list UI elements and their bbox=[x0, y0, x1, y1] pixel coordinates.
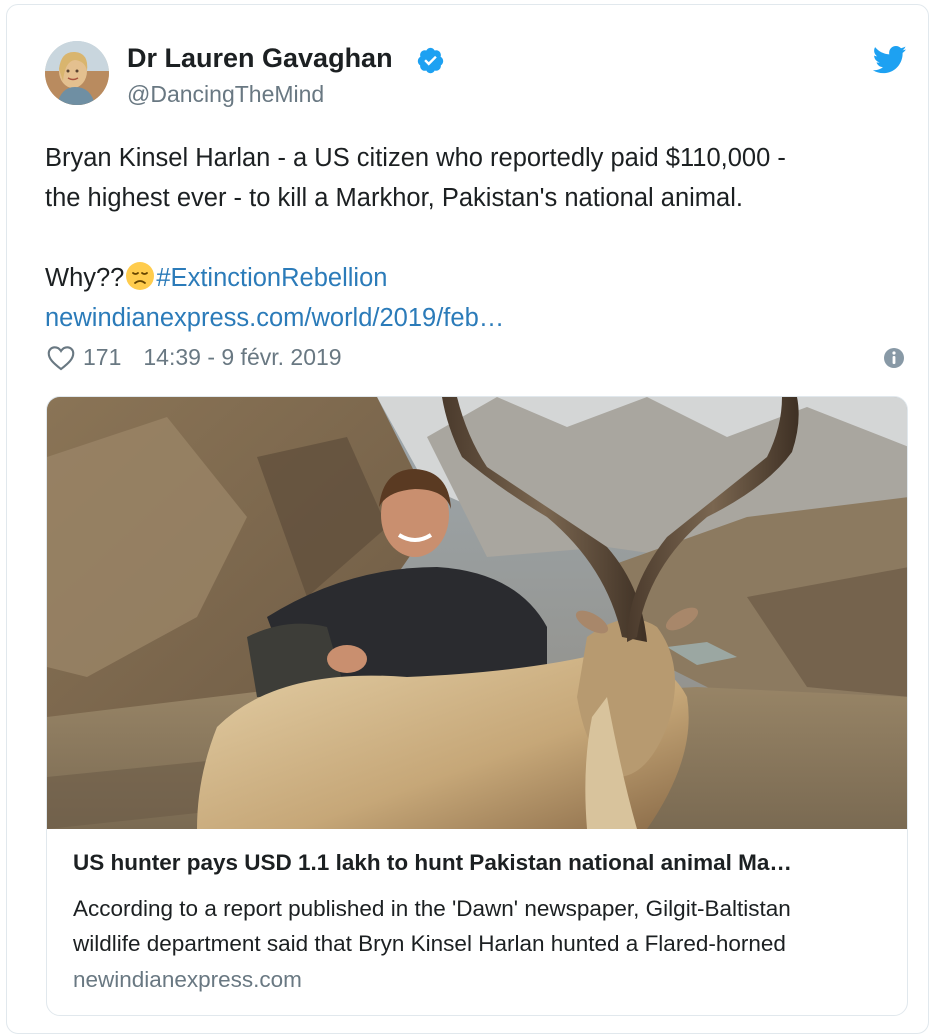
card-description-line: According to a report published in the '… bbox=[73, 896, 791, 921]
link-card[interactable]: US hunter pays USD 1.1 lakh to hunt Paki… bbox=[46, 396, 908, 1016]
disappointed-face-emoji-icon bbox=[126, 262, 155, 290]
article-link[interactable]: newindianexpress.com/world/2019/feb… bbox=[45, 298, 905, 338]
handle[interactable]: @DancingTheMind bbox=[127, 81, 324, 108]
card-title[interactable]: US hunter pays USD 1.1 lakh to hunt Paki… bbox=[73, 850, 888, 876]
timestamp[interactable]: 14:39 - 9 févr. 2019 bbox=[143, 344, 341, 371]
tweet-text-line: the highest ever - to kill a Markhor, Pa… bbox=[45, 184, 743, 212]
embedded-tweet: Dr Lauren Gavaghan @DancingTheMind Bryan… bbox=[6, 4, 929, 1034]
heart-icon[interactable] bbox=[47, 345, 75, 371]
card-description-line: wildlife department said that Bryn Kinse… bbox=[73, 931, 786, 956]
tweet-text: Bryan Kinsel Harlan - a US citizen who r… bbox=[45, 138, 905, 338]
tweet-text-line: Bryan Kinsel Harlan - a US citizen who r… bbox=[45, 144, 786, 172]
card-domain[interactable]: newindianexpress.com bbox=[73, 967, 302, 993]
verified-badge-icon bbox=[417, 47, 444, 74]
avatar[interactable] bbox=[45, 41, 109, 105]
card-description: According to a report published in the '… bbox=[73, 891, 888, 961]
like-count[interactable]: 171 bbox=[83, 344, 121, 371]
tweet-meta: 171 14:39 - 9 févr. 2019 bbox=[47, 344, 342, 371]
tweet-text-line: Why?? #ExtinctionRebellion bbox=[45, 258, 905, 298]
hashtag-link[interactable]: #ExtinctionRebellion bbox=[156, 264, 387, 292]
why-text: Why?? bbox=[45, 264, 125, 292]
twitter-bird-icon[interactable] bbox=[873, 45, 907, 75]
display-name[interactable]: Dr Lauren Gavaghan bbox=[127, 43, 393, 74]
info-icon[interactable] bbox=[883, 347, 905, 369]
card-image[interactable] bbox=[47, 397, 907, 829]
